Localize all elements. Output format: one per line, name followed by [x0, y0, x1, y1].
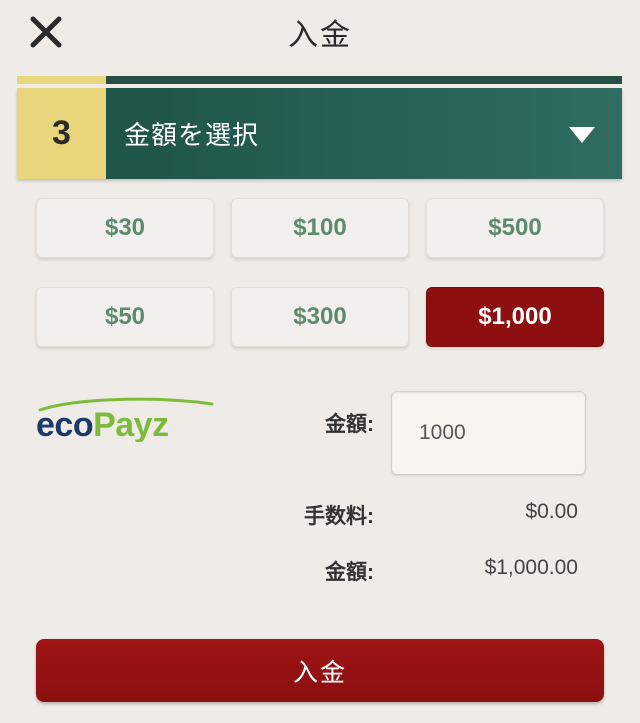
caret-down-icon: [569, 127, 595, 143]
amount-button-100[interactable]: $100: [231, 198, 409, 258]
svg-text:ecoPayz: ecoPayz: [36, 406, 169, 442]
progress-done: [17, 76, 106, 84]
amount-button-1000[interactable]: $1,000: [426, 287, 604, 347]
page-title: 入金: [288, 18, 352, 53]
step-label: 金額を選択: [124, 121, 260, 151]
total-value: $1,000.00: [484, 556, 578, 579]
step-toggle[interactable]: 金額を選択: [106, 88, 622, 179]
amount-button-30[interactable]: $30: [36, 198, 214, 258]
amount-button-500[interactable]: $500: [426, 198, 604, 258]
header: 入金: [0, 0, 640, 70]
fee-label: 手数料:: [304, 505, 374, 528]
deposit-button[interactable]: 入金: [36, 639, 604, 702]
amount-button-300[interactable]: $300: [231, 287, 409, 347]
amount-input[interactable]: [391, 391, 586, 475]
progress-bar: [17, 76, 622, 84]
amount-label: 金額:: [325, 413, 374, 436]
total-label: 金額:: [325, 561, 374, 584]
step-number: 3: [17, 88, 106, 179]
fee-value: $0.00: [525, 500, 578, 523]
step-header[interactable]: 3 金額を選択: [17, 88, 622, 179]
progress-remaining: [106, 76, 622, 84]
amount-button-50[interactable]: $50: [36, 287, 214, 347]
ecopayz-logo: ecoPayz: [36, 397, 214, 442]
